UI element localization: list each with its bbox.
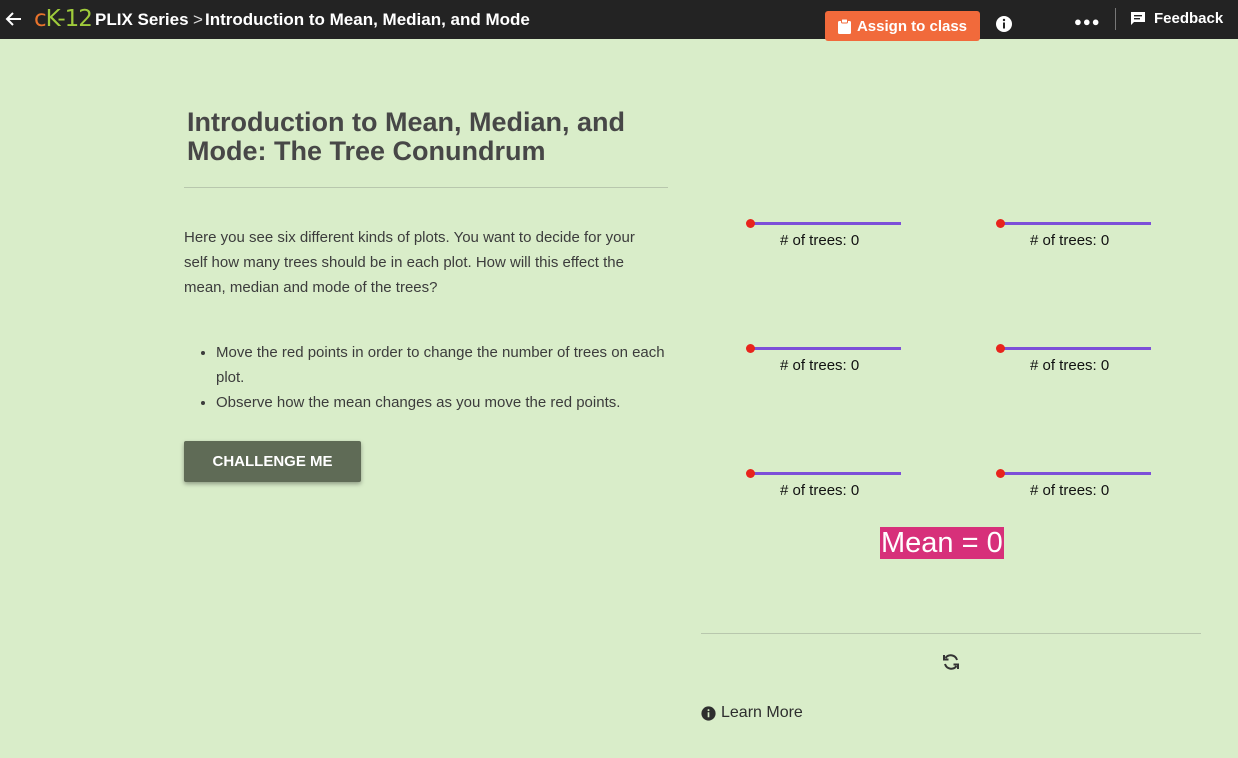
back-arrow-icon[interactable] — [4, 9, 24, 29]
plot-slider-6: # of trees: 0 — [995, 469, 1155, 499]
slider-handle[interactable] — [746, 469, 755, 478]
trees-count-label: # of trees: 0 — [780, 357, 860, 374]
breadcrumb-series[interactable]: PLIX Series — [95, 10, 189, 30]
trees-count-label: # of trees: 0 — [1030, 232, 1110, 249]
mean-display: Mean = 0 — [880, 527, 1004, 559]
slider-handle[interactable] — [996, 469, 1005, 478]
slider-track[interactable] — [751, 347, 901, 350]
slider-track[interactable] — [751, 472, 901, 475]
ck12-logo[interactable]: cK-12 — [34, 6, 93, 32]
instruction-item: Observe how the mean changes as you move… — [216, 390, 696, 415]
instruction-item: Move the red points in order to change t… — [216, 340, 696, 390]
instruction-list: Move the red points in order to change t… — [184, 340, 696, 415]
challenge-me-button[interactable]: CHALLENGE ME — [184, 441, 361, 482]
intro-text: Here you see six different kinds of plot… — [184, 229, 635, 296]
slider-track[interactable] — [1001, 347, 1151, 350]
slider-track[interactable] — [1001, 222, 1151, 225]
info-icon — [701, 705, 716, 721]
feedback-button[interactable]: Feedback — [1130, 10, 1223, 27]
plot-slider-3: # of trees: 0 — [745, 344, 905, 374]
assign-to-class-button[interactable]: Assign to class — [825, 11, 980, 41]
topbar-divider — [1115, 8, 1116, 30]
slider-track[interactable] — [751, 222, 901, 225]
plot-slider-2: # of trees: 0 — [995, 219, 1155, 249]
plot-slider-1: # of trees: 0 — [745, 219, 905, 249]
reset-icon[interactable] — [941, 652, 961, 672]
top-bar: cK-12 PLIX Series > Introduction to Mean… — [0, 0, 1238, 41]
slider-handle[interactable] — [746, 219, 755, 228]
slider-handle[interactable] — [746, 344, 755, 353]
info-icon[interactable] — [995, 15, 1013, 33]
breadcrumb-page-title: Introduction to Mean, Median, and Mode — [205, 10, 530, 29]
feedback-label: Feedback — [1154, 10, 1224, 27]
feedback-icon — [1131, 12, 1145, 25]
more-options-icon[interactable]: ●●● — [1074, 14, 1101, 29]
page-title: Introduction to Mean, Median, and Mode: … — [187, 107, 625, 166]
trees-count-label: # of trees: 0 — [1030, 482, 1110, 499]
assign-to-class-label: Assign to class — [856, 17, 968, 35]
trees-count-label: # of trees: 0 — [1030, 357, 1110, 374]
trees-count-label: # of trees: 0 — [780, 232, 860, 249]
slider-handle[interactable] — [996, 344, 1005, 353]
clipboard-icon — [837, 18, 851, 34]
interactive-divider — [701, 633, 1201, 634]
slider-handle[interactable] — [996, 219, 1005, 228]
plot-slider-5: # of trees: 0 — [745, 469, 905, 499]
learn-more-link[interactable]: Learn More — [701, 704, 803, 722]
plot-slider-4: # of trees: 0 — [995, 344, 1155, 374]
title-divider — [184, 187, 668, 188]
learn-more-label: Learn More — [721, 704, 803, 721]
trees-count-label: # of trees: 0 — [780, 482, 860, 499]
breadcrumb-separator: > — [193, 10, 203, 29]
slider-track[interactable] — [1001, 472, 1151, 475]
